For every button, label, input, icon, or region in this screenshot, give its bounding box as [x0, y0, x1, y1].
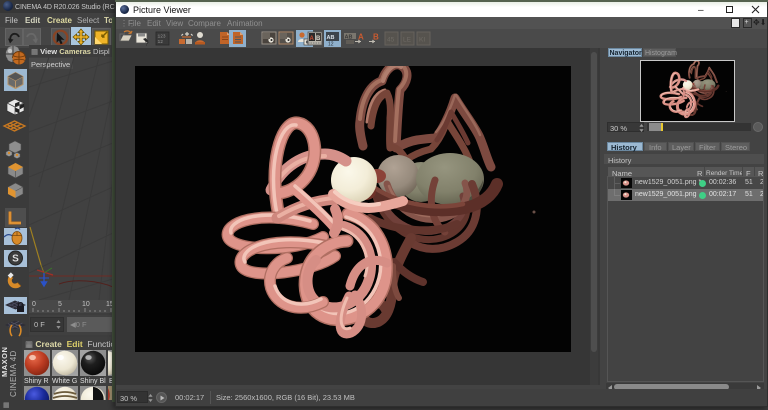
- svg-text:AB: AB: [345, 35, 353, 41]
- svg-text:?: ?: [145, 41, 149, 48]
- svg-text:LE: LE: [403, 37, 412, 44]
- svg-text:AB: AB: [327, 35, 335, 41]
- svg-text:White G: White G: [52, 378, 77, 385]
- svg-text:KI: KI: [419, 37, 425, 44]
- svg-text:Shiny Bl: Shiny Bl: [80, 378, 106, 385]
- svg-text:12: 12: [328, 42, 334, 48]
- svg-text:S: S: [12, 254, 19, 265]
- svg-text:12: 12: [158, 39, 164, 45]
- svg-text:Shiny R: Shiny R: [24, 378, 49, 385]
- svg-text:B: B: [316, 36, 321, 42]
- svg-text:123: 123: [158, 34, 166, 40]
- svg-text:A: A: [310, 36, 315, 42]
- svg-text:B: B: [373, 33, 379, 42]
- svg-text:45: 45: [387, 37, 395, 44]
